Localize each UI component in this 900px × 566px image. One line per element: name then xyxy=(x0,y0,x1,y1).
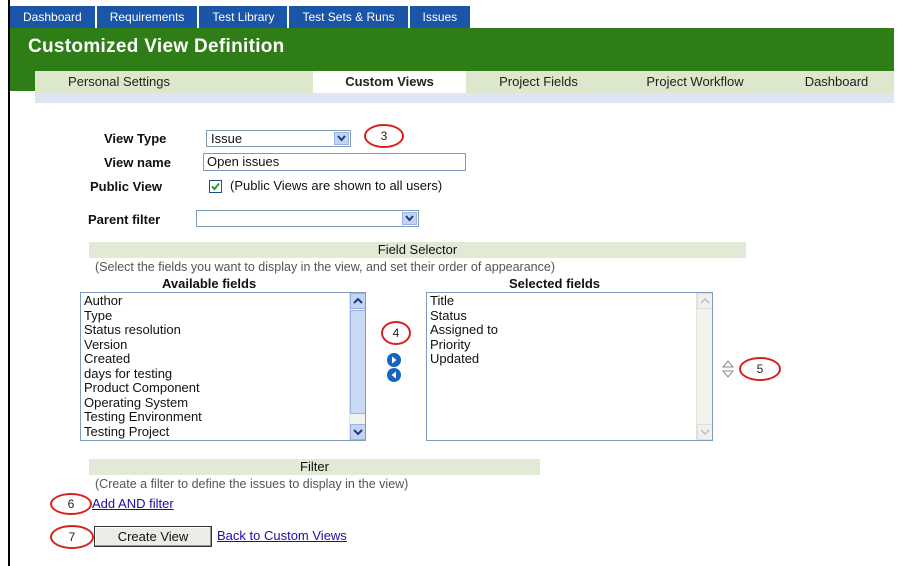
page-title: Customized View Definition xyxy=(28,36,285,57)
arrow-left-icon xyxy=(391,371,396,379)
callout-5: 5 xyxy=(739,357,781,381)
selected-fields-items: Title Status Assigned to Priority Update… xyxy=(430,293,498,367)
field-selector-hint: (Select the fields you want to display i… xyxy=(95,260,555,274)
list-item[interactable]: days for testing xyxy=(84,366,202,382)
public-view-note: (Public Views are shown to all users) xyxy=(230,178,443,193)
scroll-down-button[interactable] xyxy=(350,424,365,440)
reorder-arrows-icon[interactable] xyxy=(721,358,735,380)
callout-7: 7 xyxy=(50,525,94,549)
scroll-thumb[interactable] xyxy=(350,310,365,414)
top-nav: Dashboard Requirements Test Library Test… xyxy=(10,6,471,28)
list-item[interactable]: Type xyxy=(84,308,202,324)
selected-fields-scrollbar[interactable] xyxy=(696,293,712,440)
list-item[interactable]: Priority xyxy=(430,337,498,353)
public-view-label: Public View xyxy=(90,179,163,194)
list-item[interactable]: Status resolution xyxy=(84,322,202,338)
filter-heading: Filter xyxy=(89,459,540,475)
chevron-up-icon xyxy=(353,297,363,304)
list-item[interactable]: Testing Project xyxy=(84,424,202,440)
scroll-up-button[interactable] xyxy=(697,293,712,309)
tab-spacer xyxy=(203,71,314,93)
move-right-button[interactable] xyxy=(387,353,401,367)
list-item[interactable]: Operating System xyxy=(84,395,202,411)
list-item[interactable]: Author xyxy=(84,293,202,309)
list-item[interactable]: Title xyxy=(430,293,498,309)
tab-underline-bar xyxy=(35,93,894,103)
callout-6: 6 xyxy=(50,493,92,515)
top-tab-test-sets-runs[interactable]: Test Sets & Runs xyxy=(289,6,410,28)
chevron-down-icon xyxy=(402,212,417,225)
create-view-button[interactable]: Create View xyxy=(94,526,212,547)
view-type-label: View Type xyxy=(104,131,167,146)
top-tab-issues[interactable]: Issues xyxy=(410,6,471,28)
available-fields-list[interactable]: Author Type Status resolution Version Cr… xyxy=(80,292,366,441)
list-item[interactable]: Created xyxy=(84,351,202,367)
list-item[interactable]: Assigned to xyxy=(430,322,498,338)
top-tab-dashboard[interactable]: Dashboard xyxy=(10,6,97,28)
tab-personal-settings[interactable]: Personal Settings xyxy=(35,71,204,93)
chevron-down-icon xyxy=(700,429,710,436)
public-view-checkbox[interactable] xyxy=(209,180,222,193)
available-fields-items: Author Type Status resolution Version Cr… xyxy=(84,293,202,440)
selected-fields-list[interactable]: Title Status Assigned to Priority Update… xyxy=(426,292,713,441)
list-item[interactable]: Version xyxy=(84,337,202,353)
list-item[interactable]: Updated xyxy=(430,351,498,367)
tab-dashboard[interactable]: Dashboard xyxy=(779,71,894,93)
arrow-right-icon xyxy=(392,356,397,364)
parent-filter-label: Parent filter xyxy=(88,212,161,227)
callout-3: 3 xyxy=(364,124,404,148)
view-name-input[interactable]: Open issues xyxy=(203,153,466,171)
scroll-up-button[interactable] xyxy=(350,293,365,309)
top-tab-requirements[interactable]: Requirements xyxy=(97,6,200,28)
checkmark-icon xyxy=(211,182,220,191)
list-item[interactable]: Status xyxy=(430,308,498,324)
view-name-label: View name xyxy=(104,155,171,170)
view-type-value: Issue xyxy=(211,131,243,146)
move-left-button[interactable] xyxy=(387,368,401,382)
chevron-up-icon xyxy=(700,297,710,304)
add-and-filter-link[interactable]: Add AND filter xyxy=(92,496,174,511)
tab-custom-views[interactable]: Custom Views xyxy=(313,71,467,93)
parent-filter-select[interactable] xyxy=(196,210,419,227)
list-item[interactable]: Product Component xyxy=(84,380,202,396)
list-item[interactable]: Testing Environment xyxy=(84,409,202,425)
chevron-down-icon xyxy=(334,132,349,145)
available-fields-scrollbar[interactable] xyxy=(349,293,365,440)
tab-project-fields[interactable]: Project Fields xyxy=(466,71,612,93)
available-fields-heading: Available fields xyxy=(162,276,257,291)
view-type-select[interactable]: Issue xyxy=(206,130,351,147)
tab-project-workflow[interactable]: Project Workflow xyxy=(611,71,780,93)
selected-fields-heading: Selected fields xyxy=(509,276,601,291)
scroll-down-button[interactable] xyxy=(697,424,712,440)
top-tab-test-library[interactable]: Test Library xyxy=(199,6,290,28)
field-selector-heading: Field Selector xyxy=(89,242,746,258)
chevron-down-icon xyxy=(353,429,363,436)
back-to-custom-views-link[interactable]: Back to Custom Views xyxy=(217,528,347,543)
filter-hint: (Create a filter to define the issues to… xyxy=(95,477,409,491)
callout-4: 4 xyxy=(381,321,411,345)
